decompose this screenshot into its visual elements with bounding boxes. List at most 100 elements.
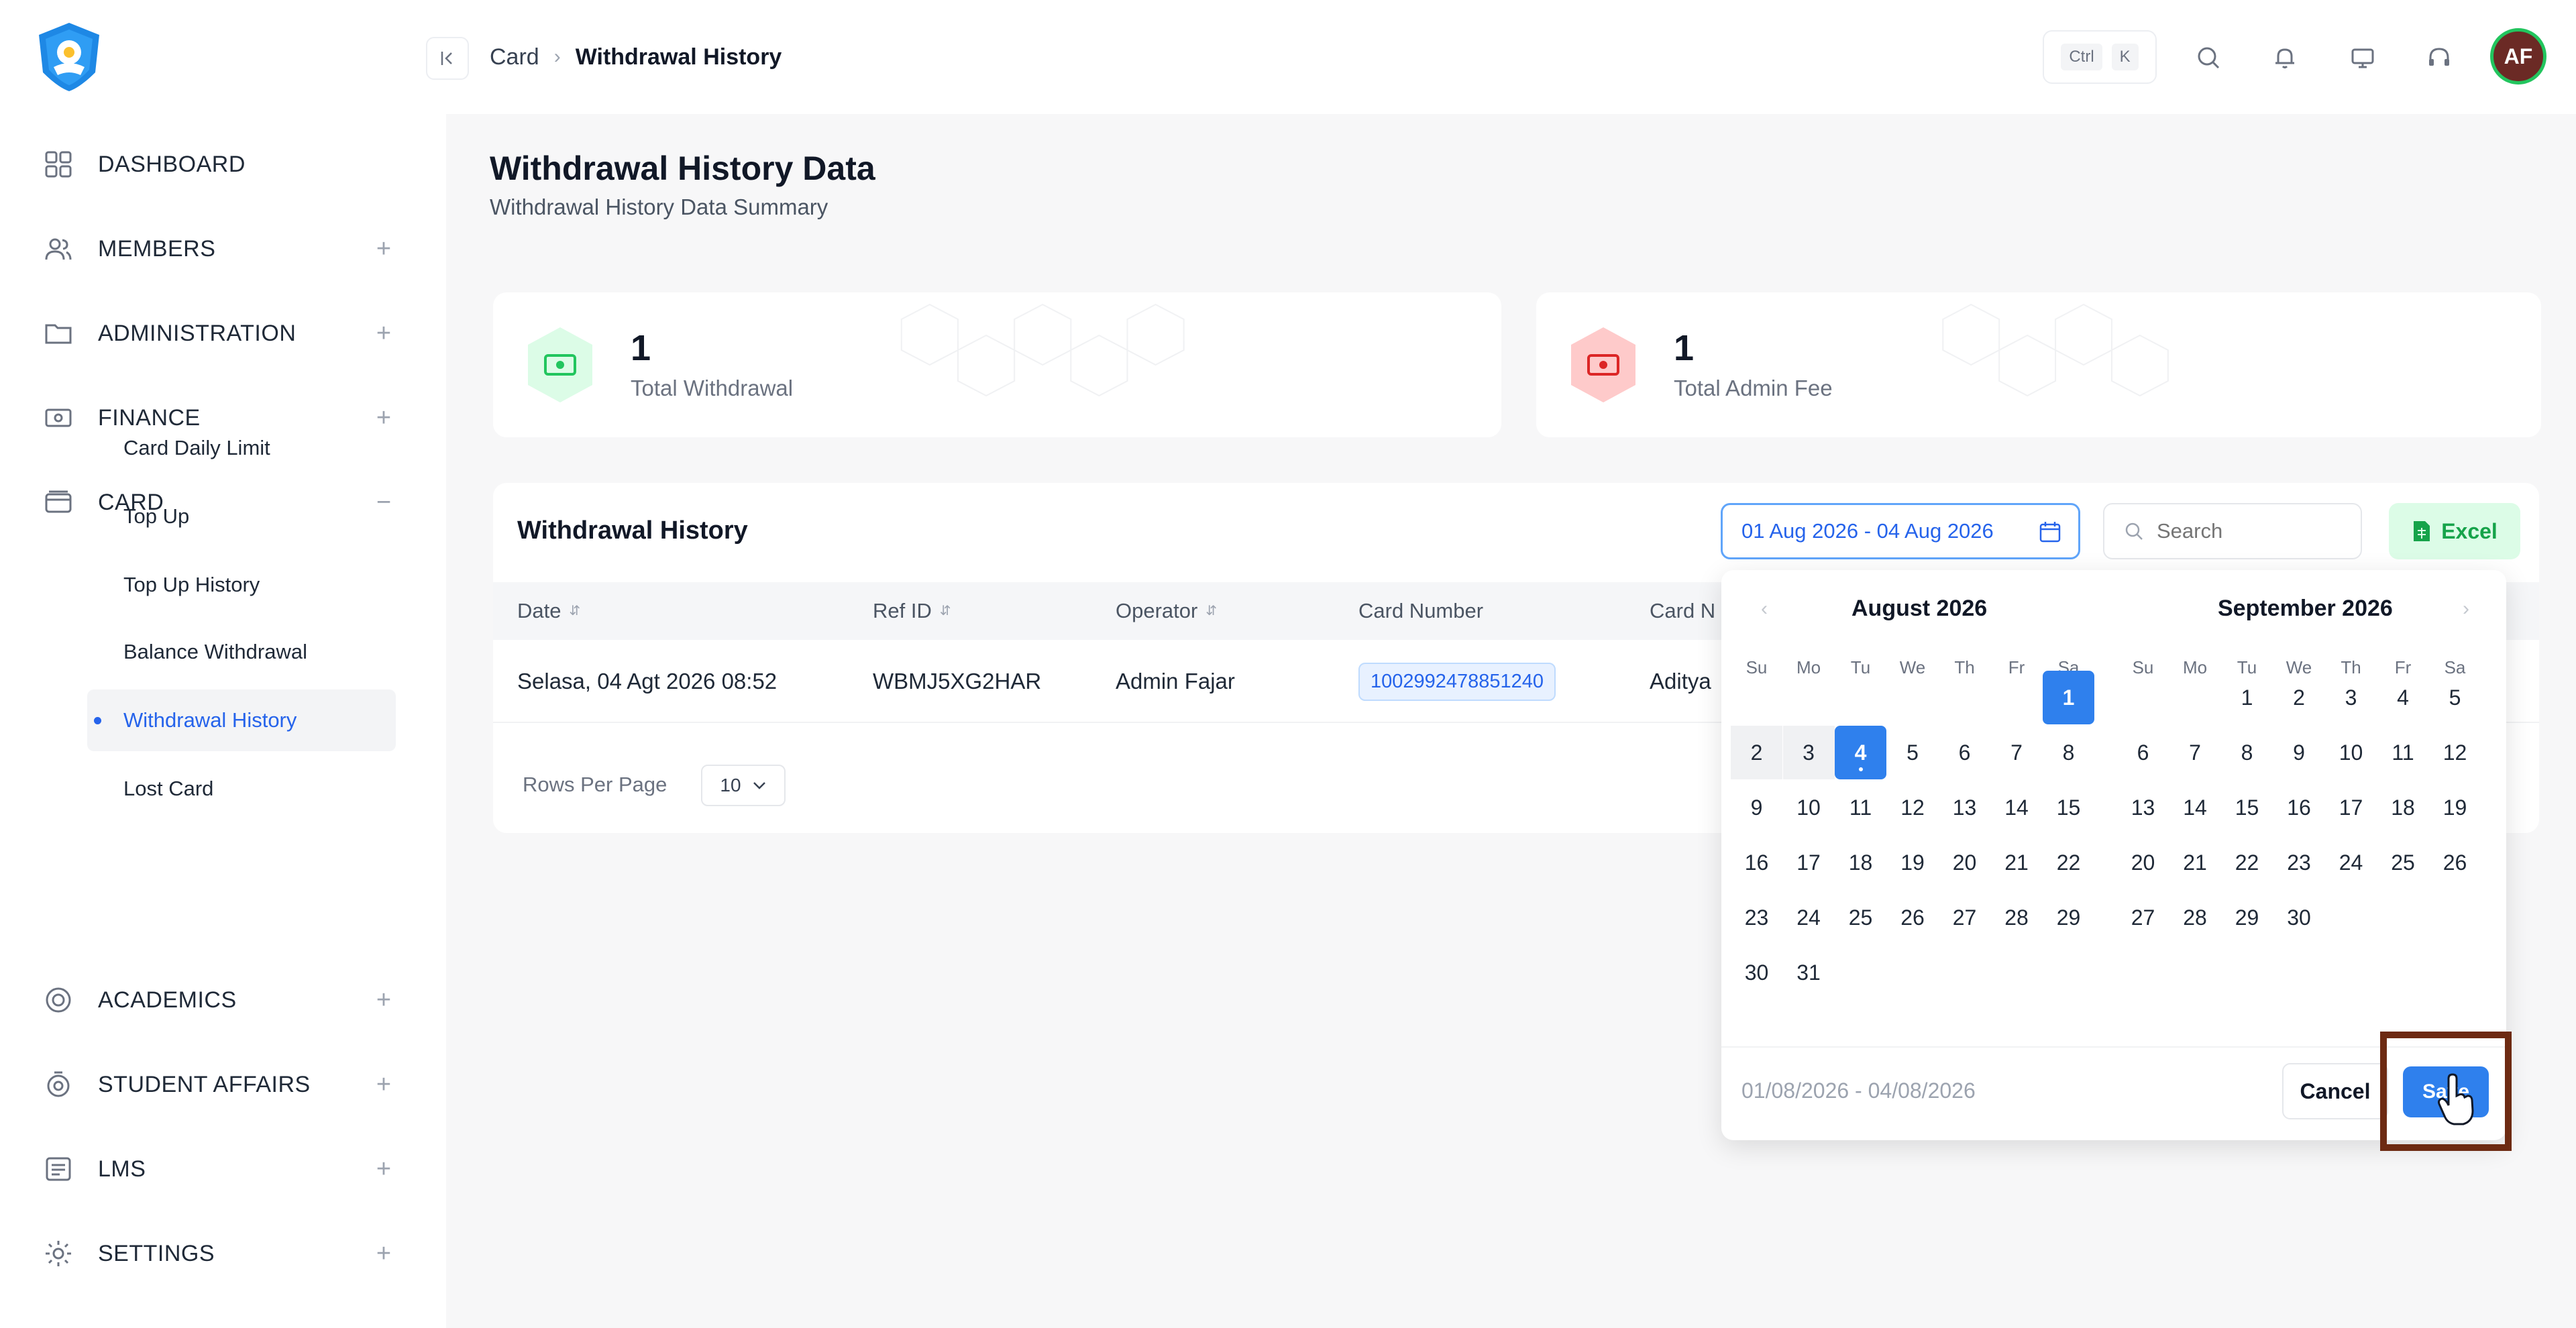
calendar-day[interactable]: 5 [1887, 726, 1939, 779]
calendar-day[interactable]: 26 [1887, 891, 1939, 944]
calendar-day[interactable]: 18 [1835, 836, 1886, 889]
calendar-day[interactable]: 7 [1991, 726, 2043, 779]
calendar-day[interactable]: 23 [2273, 836, 2325, 889]
calendar-day[interactable]: 17 [1783, 836, 1835, 889]
calendar-day[interactable]: 30 [1731, 946, 1782, 999]
calendar-day[interactable]: 30 [2273, 891, 2325, 944]
calendar-day[interactable]: 27 [2117, 891, 2169, 944]
school-logo[interactable] [34, 20, 105, 94]
calendar-day[interactable]: 23 [1731, 891, 1782, 944]
calendar-day[interactable]: 9 [1731, 781, 1782, 834]
calendar-day[interactable]: 12 [2429, 726, 2481, 779]
sidebar-subitem-withdrawal-history[interactable]: Withdrawal History [87, 689, 396, 751]
calendar-day[interactable]: 15 [2221, 781, 2273, 834]
calendar-day[interactable]: 13 [2117, 781, 2169, 834]
headset-icon[interactable] [2420, 39, 2458, 76]
cancel-button[interactable]: Cancel [2282, 1063, 2388, 1119]
calendar-day[interactable]: 13 [1939, 781, 1990, 834]
calendar-day[interactable]: 6 [2117, 726, 2169, 779]
calendar-day[interactable]: 20 [1939, 836, 1990, 889]
column-operator[interactable]: Operator ⇵ [1116, 582, 1217, 640]
bell-icon[interactable] [2266, 39, 2304, 76]
calendar-day[interactable]: 4 [2377, 671, 2429, 724]
sidebar-subitem-top-up[interactable]: Top Up [87, 486, 396, 547]
calendar-day[interactable]: 8 [2221, 726, 2273, 779]
calendar-day[interactable]: 19 [2429, 781, 2481, 834]
calendar-day[interactable]: 3 [1782, 726, 1835, 779]
monitor-icon[interactable] [2344, 39, 2381, 76]
expand-icon[interactable]: + [370, 235, 397, 264]
calendar-day[interactable]: 25 [2377, 836, 2429, 889]
calendar-day[interactable]: 29 [2043, 891, 2094, 944]
calendar-day[interactable]: 19 [1887, 836, 1939, 889]
calendar-day[interactable]: 17 [2325, 781, 2377, 834]
column-ref-id[interactable]: Ref ID ⇵ [873, 582, 951, 640]
sidebar-subitem-card-daily-limit[interactable]: Card Daily Limit [87, 417, 396, 479]
calendar-day[interactable]: 22 [2221, 836, 2273, 889]
calendar-day[interactable]: 14 [2169, 781, 2221, 834]
calendar-day[interactable]: 10 [2325, 726, 2377, 779]
calendar-day[interactable]: 25 [1835, 891, 1886, 944]
search-input[interactable] [2157, 519, 2351, 543]
sidebar-subitem-top-up-history[interactable]: Top Up History [87, 554, 396, 616]
search-field[interactable] [2103, 503, 2362, 559]
calendar-day[interactable]: 2 [1731, 726, 1782, 779]
calendar-day[interactable]: 20 [2117, 836, 2169, 889]
calendar-day[interactable]: 26 [2429, 836, 2481, 889]
calendar-day[interactable]: 1 [2221, 671, 2273, 724]
calendar-day[interactable]: 4 [1835, 726, 1886, 779]
calendar-day[interactable]: 28 [2169, 891, 2221, 944]
expand-icon[interactable]: + [370, 986, 397, 1015]
calendar-day[interactable]: 7 [2169, 726, 2221, 779]
sidebar-item-student-affairs[interactable]: STUDENT AFFAIRS + [42, 1054, 397, 1115]
user-avatar[interactable]: AF [2490, 28, 2546, 85]
calendar-day[interactable]: 12 [1887, 781, 1939, 834]
calendar-day[interactable]: 31 [1783, 946, 1835, 999]
calendar-day[interactable]: 9 [2273, 726, 2325, 779]
calendar-day[interactable]: 11 [2377, 726, 2429, 779]
calendar-day[interactable]: 3 [2325, 671, 2377, 724]
calendar-day[interactable]: 8 [2043, 726, 2094, 779]
sidebar-item-lms[interactable]: LMS + [42, 1139, 397, 1199]
breadcrumb-card[interactable]: Card [490, 44, 539, 70]
calendar-day[interactable]: 14 [1991, 781, 2043, 834]
calendar-day[interactable]: 1 [2043, 671, 2094, 724]
expand-icon[interactable]: + [370, 1239, 397, 1268]
calendar-day[interactable]: 16 [2273, 781, 2325, 834]
excel-export-button[interactable]: Excel [2389, 503, 2520, 559]
expand-icon[interactable]: + [370, 1155, 397, 1184]
sidebar-item-dashboard[interactable]: DASHBOARD [42, 134, 397, 195]
search-icon[interactable] [2190, 39, 2227, 76]
calendar-day[interactable]: 2 [2273, 671, 2325, 724]
calendar-day[interactable]: 11 [1835, 781, 1886, 834]
calendar-day[interactable]: 18 [2377, 781, 2429, 834]
calendar-day[interactable]: 21 [1991, 836, 2043, 889]
calendar-day[interactable]: 24 [2325, 836, 2377, 889]
expand-icon[interactable]: + [370, 319, 397, 348]
sidebar-subitem-balance-withdrawal[interactable]: Balance Withdrawal [87, 621, 396, 683]
calendar-day[interactable]: 16 [1731, 836, 1782, 889]
calendar-day[interactable]: 28 [1991, 891, 2043, 944]
command-palette-button[interactable]: Ctrl K [2043, 30, 2157, 84]
calendar-day[interactable]: 15 [2043, 781, 2094, 834]
calendar-day[interactable]: 24 [1783, 891, 1835, 944]
sidebar-subitem-lost-card[interactable]: Lost Card [87, 758, 396, 820]
calendar-day[interactable]: 10 [1783, 781, 1835, 834]
sidebar-item-academics[interactable]: ACADEMICS + [42, 970, 397, 1030]
calendar-day[interactable]: 6 [1939, 726, 1990, 779]
sidebar-item-members[interactable]: MEMBERS + [42, 219, 397, 279]
calendar-day[interactable]: 21 [2169, 836, 2221, 889]
calendar-day[interactable]: 22 [2043, 836, 2094, 889]
next-month-icon[interactable]: › [2453, 596, 2479, 622]
calendar-day[interactable]: 27 [1939, 891, 1990, 944]
expand-icon[interactable]: + [370, 1070, 397, 1099]
prev-month-icon[interactable]: ‹ [1751, 596, 1778, 622]
sidebar-item-administration[interactable]: ADMINISTRATION + [42, 303, 397, 364]
column-date[interactable]: Date ⇵ [517, 582, 580, 640]
calendar-day[interactable]: 5 [2429, 671, 2481, 724]
calendar-day[interactable]: 29 [2221, 891, 2273, 944]
rows-per-page-select[interactable]: 10 [701, 765, 786, 806]
sidebar-item-settings[interactable]: SETTINGS + [42, 1223, 397, 1284]
collapse-sidebar-button[interactable] [426, 37, 469, 80]
date-range-picker[interactable]: 01 Aug 2026 - 04 Aug 2026 [1721, 503, 2080, 559]
